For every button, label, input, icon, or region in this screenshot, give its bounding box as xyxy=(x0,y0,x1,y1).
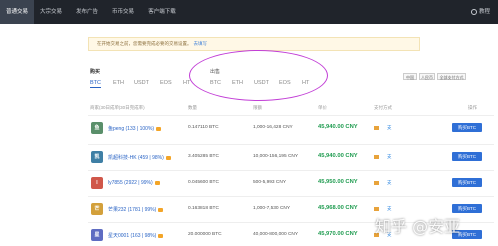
header-limit: 限额 xyxy=(253,105,262,110)
merchant-name-link[interactable]: ly7855 (2922 | 99%) xyxy=(108,180,160,186)
avatar: 鱼 xyxy=(91,122,103,134)
merchant-name-link[interactable]: 芒果232 (1781 | 99%) xyxy=(108,206,164,213)
tutorial-label: 教程 xyxy=(478,9,490,15)
limit-cell: 10,000-156,195 CNY xyxy=(253,154,299,159)
buy-btc-button[interactable]: 购买BTC xyxy=(452,204,482,213)
avatar: 凯 xyxy=(91,151,103,163)
notice-link[interactable]: 去填写 xyxy=(194,41,208,46)
limit-cell: 1,000-16,428 CNY xyxy=(253,125,293,130)
header-payment: 支付方式 xyxy=(374,105,392,110)
limit-cell: 40,000-800,000 CNY xyxy=(253,232,299,237)
merchant-name: 鱼peng (133 | 100%) xyxy=(108,126,155,132)
buy-tab-btc[interactable]: BTC xyxy=(90,80,101,88)
payment-methods: 支 xyxy=(374,206,392,212)
alipay-icon: 支 xyxy=(387,154,392,159)
price-cell: 45,940.00 CNY xyxy=(318,124,358,130)
price-cell: 45,968.00 CNY xyxy=(318,205,358,211)
crown-icon xyxy=(154,180,160,185)
tutorial-link[interactable]: 教程 xyxy=(470,0,490,24)
bank-card-icon xyxy=(374,207,379,211)
price-cell: 45,970.00 CNY xyxy=(318,231,358,237)
nav-tab-normal-trade[interactable]: 普通交易 xyxy=(0,0,34,24)
merchant-name: 芒果232 (1781 | 99%) xyxy=(108,207,157,213)
filter-payment-method[interactable]: 全部支付方式 xyxy=(437,73,466,80)
buy-tab-eth[interactable]: ETH xyxy=(113,80,124,86)
merchant-name-link[interactable]: 鱼peng (133 | 100%) xyxy=(108,125,162,132)
buy-btc-button[interactable]: 购买BTC xyxy=(452,178,482,187)
bank-card-icon xyxy=(374,155,379,159)
amount-cell: 3.405285 BTC xyxy=(188,154,219,159)
help-icon xyxy=(470,8,477,15)
merchant-name-link[interactable]: 凯超科技-HK (459 | 98%) xyxy=(108,154,171,161)
limit-cell: 1,000-7,530 CNY xyxy=(253,206,291,211)
header-amount: 数量 xyxy=(188,105,197,110)
filter-country[interactable]: 中国 xyxy=(403,73,417,80)
payment-methods: 支 xyxy=(374,125,392,131)
payment-methods: 支 xyxy=(374,154,392,160)
alipay-icon: 支 xyxy=(387,206,392,211)
header-merchant: 商家(30日成单|30日完成率) xyxy=(90,105,145,110)
merchant-name-link[interactable]: 星天0001 (163 | 98%) xyxy=(108,232,164,239)
crown-icon xyxy=(158,207,164,212)
buy-btc-button[interactable]: 购买BTC xyxy=(452,152,482,161)
header-price: 单价 xyxy=(318,105,327,110)
nav-tab-client-download[interactable]: 客户端下载 xyxy=(142,0,182,24)
bank-card-icon xyxy=(374,181,379,185)
watermark: 知乎 @安亚 xyxy=(375,217,461,236)
amount-cell: 0.163818 BTC xyxy=(188,206,219,211)
bank-card-icon xyxy=(374,126,379,130)
filter-currency[interactable]: 人民币 xyxy=(419,73,435,80)
buy-btc-button[interactable]: 购买BTC xyxy=(452,123,482,132)
nav-tab-post-ad[interactable]: 发布广告 xyxy=(70,0,104,24)
nav-tab-block-trade[interactable]: 大宗交易 xyxy=(34,0,68,24)
merchant-name: ly7855 (2922 | 99%) xyxy=(108,180,153,186)
buy-tab-ht[interactable]: HT xyxy=(183,80,190,86)
avatar: 芒 xyxy=(91,203,103,215)
setup-notice: 在开始交易之前，您需要完成必要的交易设置。 去填写 xyxy=(88,37,420,51)
buy-tab-usdt[interactable]: USDT xyxy=(134,80,149,86)
payment-methods: 支 xyxy=(374,180,392,186)
amount-cell: 0.045600 BTC xyxy=(188,180,219,185)
avatar: l xyxy=(91,177,103,189)
crown-icon xyxy=(158,233,164,238)
alipay-icon: 支 xyxy=(387,125,392,130)
alipay-icon: 支 xyxy=(387,180,392,185)
table-row: 凯凯超科技-HK (459 | 98%) 3.405285 BTC 10,000-1… xyxy=(88,144,494,170)
price-cell: 45,950.00 CNY xyxy=(318,179,358,185)
merchant-name: 星天0001 (163 | 98%) xyxy=(108,233,157,239)
table-header: 商家(30日成单|30日完成率) 数量 限额 单价 支付方式 操作 xyxy=(88,103,494,113)
crown-icon xyxy=(165,155,171,160)
nav-tab-coin-trade[interactable]: 币币交易 xyxy=(106,0,140,24)
limit-cell: 500-5,993 CNY xyxy=(253,180,287,185)
crown-icon xyxy=(156,126,162,131)
buy-section-label: 购买 xyxy=(90,69,101,75)
table-row: l ly7855 (2922 | 99%) 0.045600 BTC 500-5,99… xyxy=(88,170,494,196)
amount-cell: 0.147110 BTC xyxy=(188,125,219,130)
amount-cell: 20.000000 BTC xyxy=(188,232,222,237)
buy-tab-eos[interactable]: EOS xyxy=(160,80,172,86)
highlight-ellipse xyxy=(189,50,328,101)
price-cell: 45,940.00 CNY xyxy=(318,153,358,159)
top-navigation-bar: 普通交易 大宗交易 发布广告 币币交易 客户端下载 教程 xyxy=(0,0,498,24)
table-row: 鱼鱼peng (133 | 100%) 0.147110 BTC 1,000-16,… xyxy=(88,115,494,141)
merchant-name: 凯超科技-HK (459 | 98%) xyxy=(108,155,164,161)
avatar: 星 xyxy=(91,229,103,241)
notice-text: 在开始交易之前，您需要完成必要的交易设置。 xyxy=(97,41,192,46)
header-action: 操作 xyxy=(468,105,477,110)
